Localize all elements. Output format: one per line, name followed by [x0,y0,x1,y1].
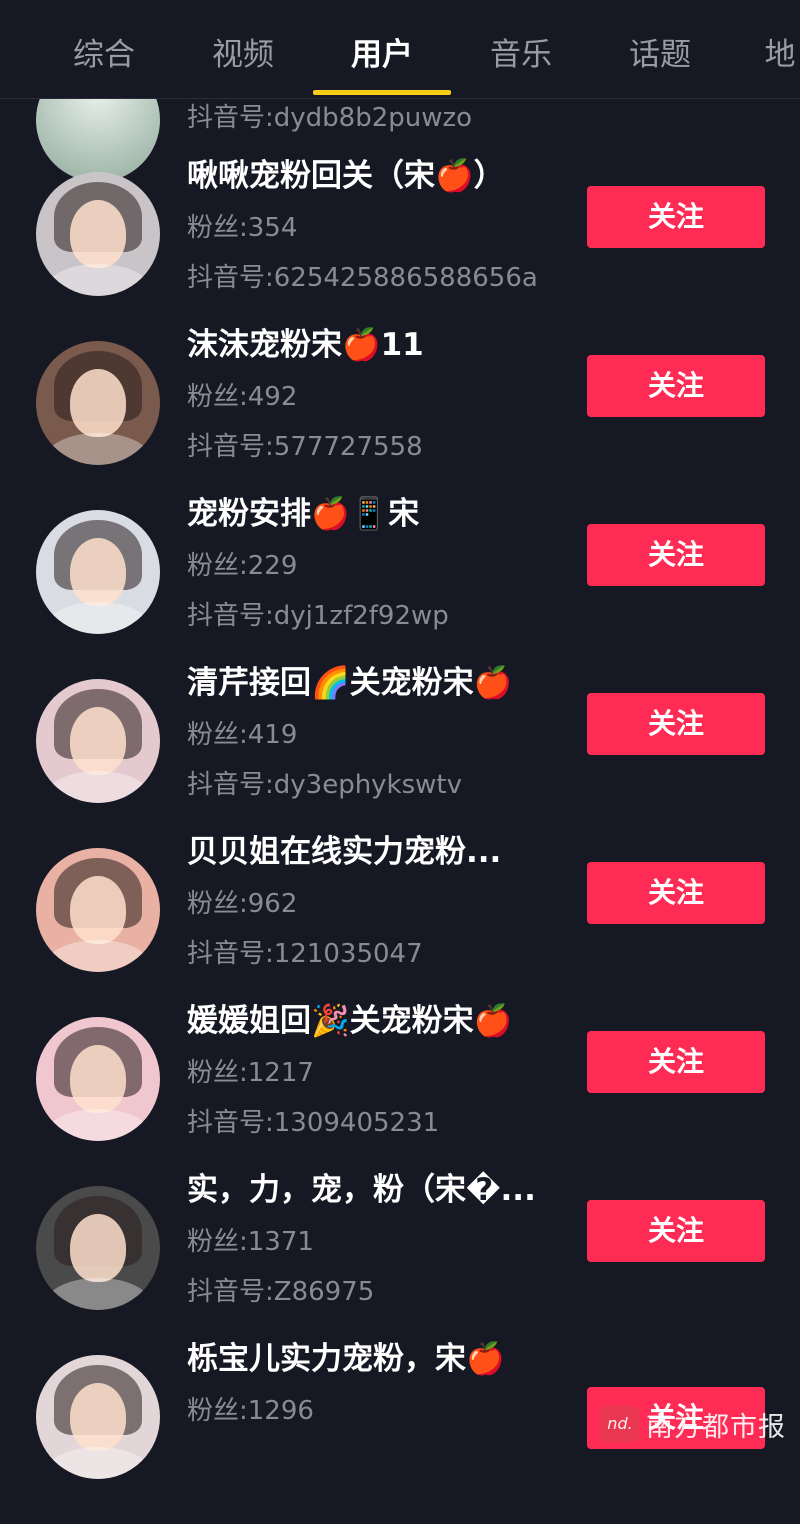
user-avatar[interactable] [36,848,160,972]
user-avatar[interactable] [36,1017,160,1141]
user-list: 抖音号:dydb8b2puwzo 啾啾宠粉回关（宋🍎） 粉丝:354 抖音号:6… [0,0,800,1479]
user-avatar[interactable] [36,1186,160,1310]
newspaper-watermark: nd. 南方都市报 [600,1402,786,1446]
user-fans-count: 粉丝:492 [187,382,298,412]
user-avatar[interactable] [36,172,160,296]
search-tab-bar: 综合 视频 用户 音乐 话题 地 [0,0,800,99]
follow-button[interactable]: 关注 [587,693,765,755]
user-douyin-id: 抖音号:121035047 [187,939,423,969]
user-avatar[interactable] [36,1355,160,1479]
follow-button[interactable]: 关注 [587,1031,765,1093]
tab-comprehensive[interactable]: 综合 [73,30,135,80]
watermark-text: 南方都市报 [646,1411,786,1443]
user-name: 清芹接回🌈关宠粉宋🍎 [187,665,513,701]
user-row[interactable]: 实，力，宠，粉（宋�... 粉丝:1371 抖音号:Z86975 关注 [0,1172,800,1355]
tab-location[interactable]: 地 [765,30,796,80]
user-name: 宠粉安排🍎📱宋 [187,496,420,532]
user-row[interactable]: 媛媛姐回🎉关宠粉宋🍎 粉丝:1217 抖音号:1309405231 关注 [0,1003,800,1186]
user-fans-count: 粉丝:1371 [187,1227,314,1257]
user-row[interactable]: 贝贝姐在线实力宠粉... 粉丝:962 抖音号:121035047 关注 [0,834,800,1017]
user-avatar[interactable] [36,510,160,634]
user-row[interactable]: 啾啾宠粉回关（宋🍎） 粉丝:354 抖音号:625425886588656a 关… [0,158,800,341]
follow-button[interactable]: 关注 [587,355,765,417]
tab-music[interactable]: 音乐 [490,30,552,80]
user-name: 贝贝姐在线实力宠粉... [187,834,502,870]
user-fans-count: 粉丝:1217 [187,1058,314,1088]
user-fans-count: 粉丝:354 [187,213,298,243]
user-douyin-id: 抖音号:dyj1zf2f92wp [187,601,449,631]
follow-button[interactable]: 关注 [587,1200,765,1262]
active-tab-indicator [313,90,451,95]
user-fans-count: 粉丝:229 [187,551,298,581]
user-name: 沫沫宠粉宋🍎11 [187,327,424,363]
user-row[interactable]: 沫沫宠粉宋🍎11 粉丝:492 抖音号:577727558 关注 [0,327,800,510]
user-row[interactable]: 清芹接回🌈关宠粉宋🍎 粉丝:419 抖音号:dy3ephykswtv 关注 [0,665,800,848]
user-douyin-id: 抖音号:1309405231 [187,1108,440,1138]
user-name: 媛媛姐回🎉关宠粉宋🍎 [187,1003,513,1039]
user-douyin-id: 抖音号:dydb8b2puwzo [187,103,473,133]
follow-button[interactable]: 关注 [587,524,765,586]
user-fans-count: 粉丝:1296 [187,1396,314,1426]
follow-button[interactable]: 关注 [587,186,765,248]
watermark-logo: nd. [600,1406,640,1442]
user-douyin-id: 抖音号:577727558 [187,432,423,462]
tab-topics[interactable]: 话题 [629,30,691,80]
user-name: 啾啾宠粉回关（宋🍎） [187,158,505,194]
user-avatar[interactable] [36,679,160,803]
user-douyin-id: 抖音号:Z86975 [187,1277,375,1307]
tab-videos[interactable]: 视频 [212,30,274,80]
user-name: 栎宝儿实力宠粉，宋🍎 [187,1341,505,1377]
user-douyin-id: 抖音号:625425886588656a [187,263,538,293]
user-name: 实，力，宠，粉（宋�... [187,1172,536,1208]
user-douyin-id: 抖音号:dy3ephykswtv [187,770,463,800]
user-fans-count: 粉丝:419 [187,720,298,750]
user-row[interactable]: 宠粉安排🍎📱宋 粉丝:229 抖音号:dyj1zf2f92wp 关注 [0,496,800,679]
tab-users[interactable]: 用户 [351,30,413,80]
user-avatar[interactable] [36,341,160,465]
follow-button[interactable]: 关注 [587,862,765,924]
user-fans-count: 粉丝:962 [187,889,298,919]
